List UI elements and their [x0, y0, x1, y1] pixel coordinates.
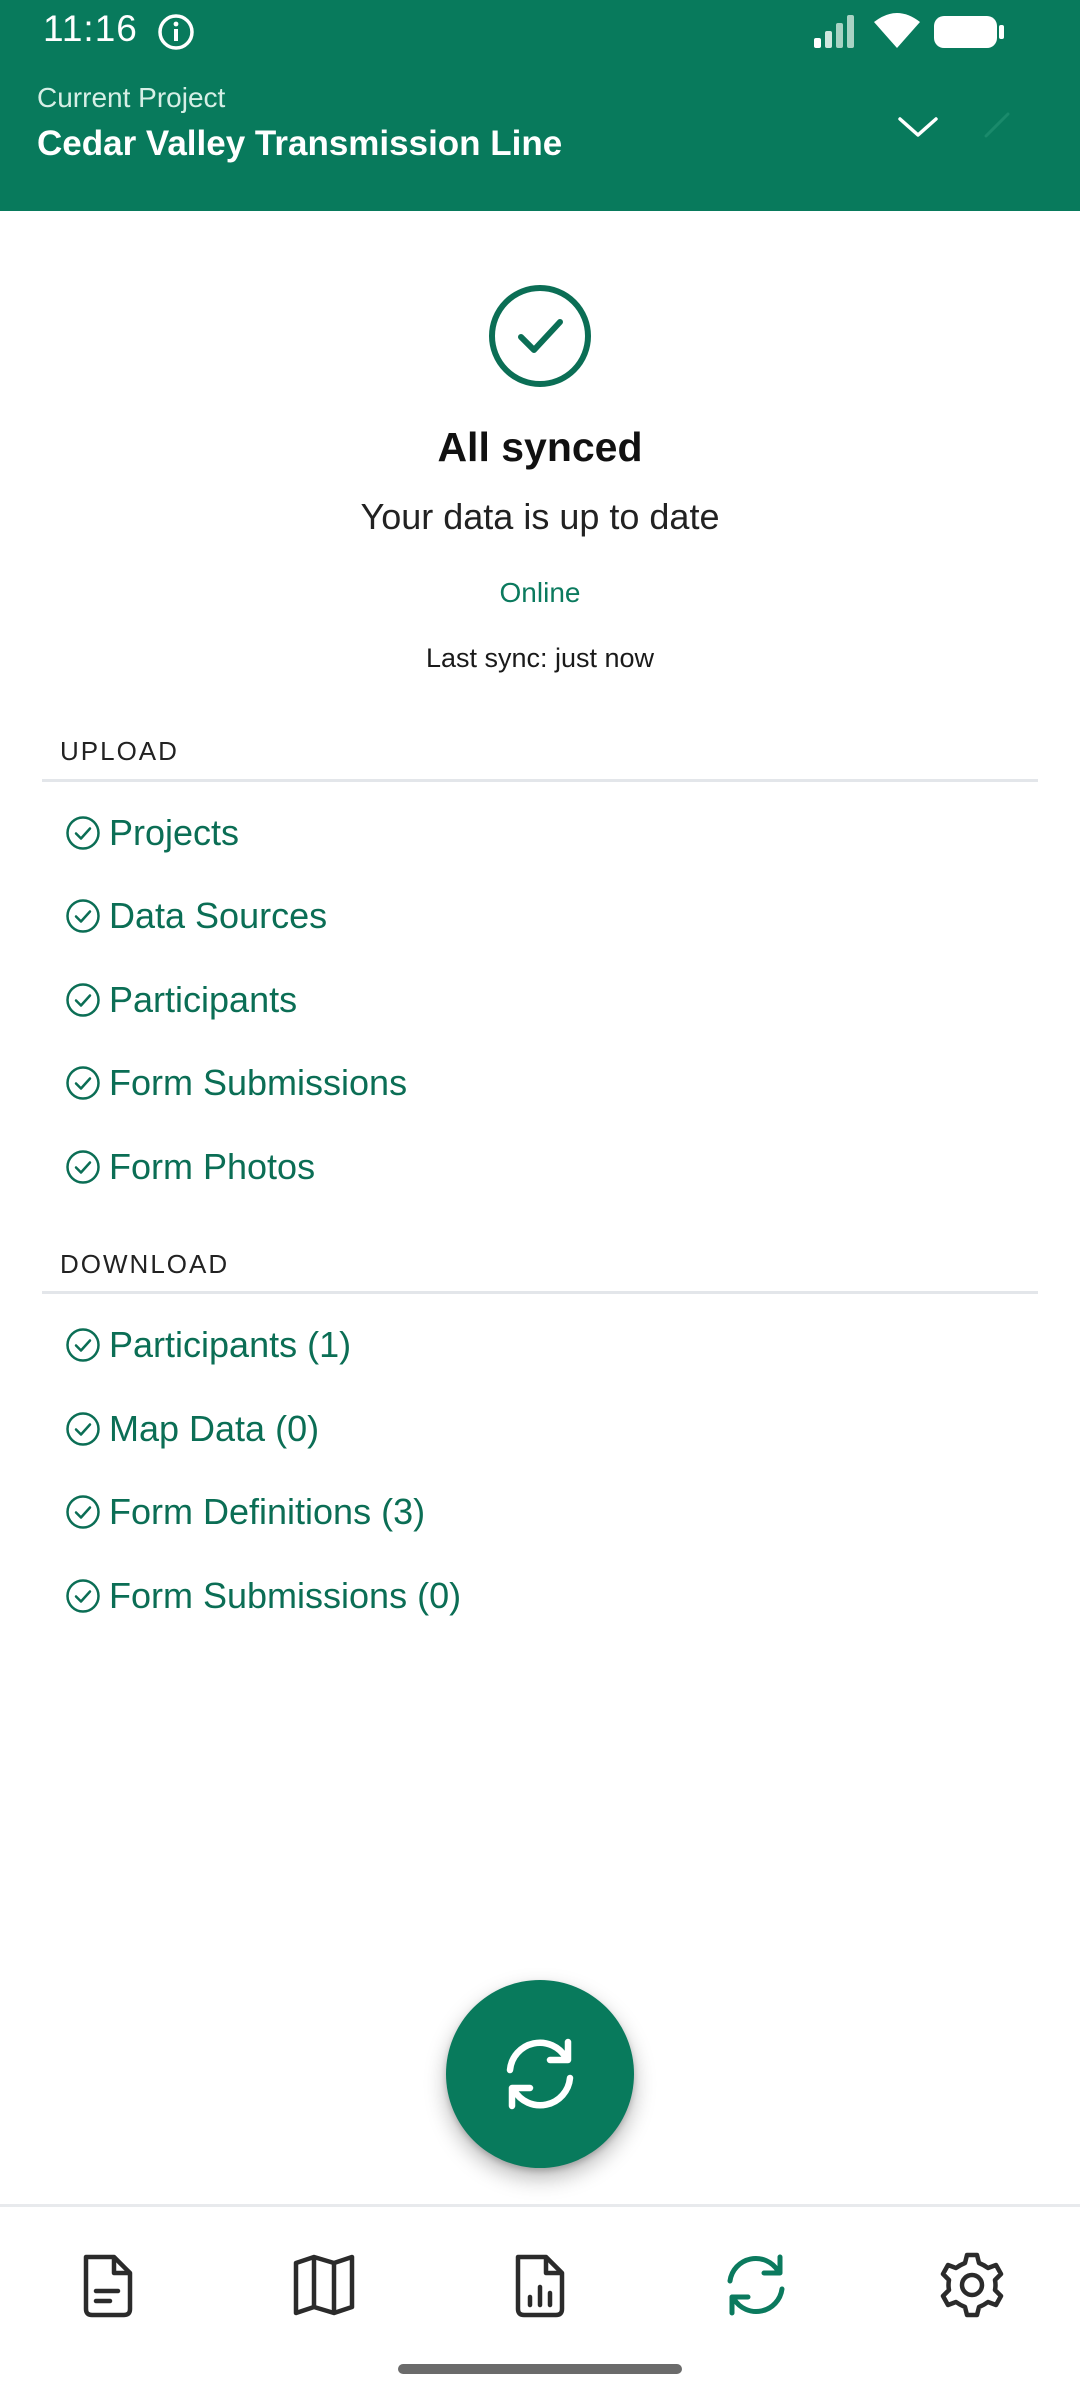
download-item-label: Form Submissions (0) — [109, 1575, 462, 1616]
upload-item-label: Form Submissions — [109, 1062, 408, 1103]
connection-status: Online — [499, 577, 581, 608]
download-item-label: Map Data (0) — [109, 1408, 320, 1449]
map-icon — [293, 2254, 355, 2316]
download-item-form-submissions: Form Submissions (0) — [65, 1571, 461, 1621]
upload-divider — [42, 779, 1038, 782]
wifi-icon — [874, 13, 920, 48]
download-divider — [42, 1291, 1038, 1294]
faint-overlay-icon — [984, 112, 1010, 138]
check-circle-icon — [66, 899, 100, 933]
upload-item-label: Participants — [109, 979, 298, 1020]
download-item-participants: Participants (1) — [65, 1320, 351, 1370]
upload-item-data-sources: Data Sources — [65, 891, 327, 941]
app-header: 11:16 Current Project Cedar Valley Trans… — [0, 0, 1080, 211]
sync-now-button[interactable] — [446, 1980, 634, 2168]
upload-item-form-photos: Form Photos — [65, 1142, 315, 1192]
upload-item-label: Projects — [109, 812, 240, 853]
check-circle-icon — [66, 816, 100, 850]
sync-title: All synced — [437, 424, 643, 470]
report-icon — [515, 2254, 565, 2318]
check-circle-icon — [489, 285, 591, 387]
upload-item-projects: Projects — [65, 808, 239, 858]
nav-item-settings[interactable] — [936, 2249, 1008, 2321]
upload-item-label: Form Photos — [109, 1146, 316, 1187]
sync-subtitle: Your data is up to date — [360, 496, 720, 537]
check-circle-icon — [66, 983, 100, 1017]
nav-item-map[interactable] — [288, 2249, 360, 2321]
upload-section-header: UPLOAD — [60, 736, 179, 766]
document-icon — [83, 2254, 133, 2318]
signal-icon — [814, 15, 854, 48]
nav-item-sync[interactable] — [720, 2249, 792, 2321]
upload-item-label: Data Sources — [109, 895, 328, 936]
check-circle-icon — [66, 1066, 100, 1100]
upload-item-participants: Participants — [65, 975, 297, 1025]
check-circle-icon — [66, 1495, 100, 1529]
battery-icon — [934, 16, 1004, 48]
download-item-label: Form Definitions (3) — [109, 1491, 426, 1532]
project-title[interactable]: Cedar Valley Transmission Line — [37, 124, 562, 164]
download-item-map-data: Map Data (0) — [65, 1404, 319, 1454]
info-icon — [158, 14, 194, 50]
nav-item-forms[interactable] — [72, 2249, 144, 2321]
last-sync-time: Last sync: just now — [425, 643, 655, 673]
project-caption: Current Project — [37, 82, 226, 113]
nav-item-reports[interactable] — [504, 2249, 576, 2321]
sync-icon — [506, 2038, 574, 2110]
check-circle-icon — [66, 1579, 100, 1613]
settings-icon — [940, 2252, 1004, 2318]
download-item-label: Participants (1) — [109, 1324, 352, 1365]
status-time: 11:16 — [43, 8, 138, 49]
check-circle-icon — [66, 1150, 100, 1184]
chevron-down-icon[interactable] — [890, 105, 946, 149]
check-circle-icon — [66, 1412, 100, 1446]
download-section-header: DOWNLOAD — [60, 1249, 230, 1279]
check-circle-icon — [66, 1328, 100, 1362]
home-indicator[interactable] — [398, 2364, 682, 2374]
upload-item-form-submissions: Form Submissions — [65, 1058, 407, 1108]
sync-screen: 11:16 Current Project Cedar Valley Trans… — [0, 0, 1080, 2400]
download-item-form-definitions: Form Definitions (3) — [65, 1487, 425, 1537]
sync-icon — [727, 2254, 785, 2316]
